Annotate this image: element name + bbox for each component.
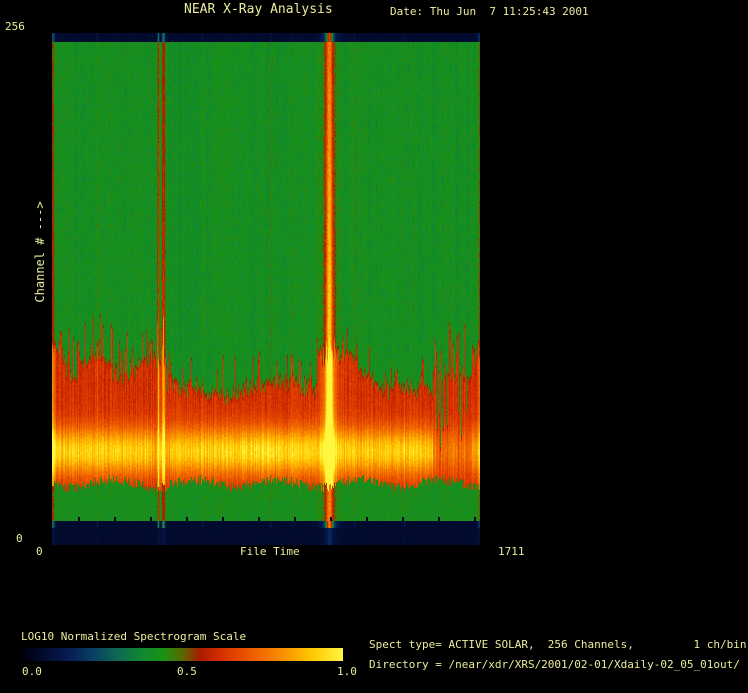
page-title: NEAR X-Ray Analysis	[184, 4, 333, 16]
x-axis-title: File Time	[240, 546, 300, 558]
x-axis-tick-min: 0	[36, 546, 43, 558]
colorbar-tick-mid: 0.5	[177, 666, 197, 678]
y-axis-title: Channel # --->	[33, 201, 47, 302]
spectrogram-image	[52, 33, 480, 545]
colorbar-tick-right: 1.0	[337, 666, 357, 678]
date-label: Date: Thu Jun 7 11:25:43 2001	[390, 6, 589, 18]
y-axis-tick-min: 0	[16, 533, 23, 545]
spect-type-info: Spect type= ACTIVE SOLAR, 256 Channels, …	[369, 639, 747, 651]
colorbar-tick-left: 0.0	[22, 666, 42, 678]
y-axis-tick-max: 256	[5, 21, 25, 33]
x-axis-tick-max: 1711	[498, 546, 525, 558]
colorbar-label: LOG10 Normalized Spectrogram Scale	[21, 631, 246, 643]
colorbar-gradient	[22, 648, 343, 661]
directory-info: Directory = /near/xdr/XRS/2001/02-01/Xda…	[369, 659, 740, 671]
near-xray-analysis-window: NEAR X-Ray Analysis Date: Thu Jun 7 11:2…	[0, 0, 748, 693]
